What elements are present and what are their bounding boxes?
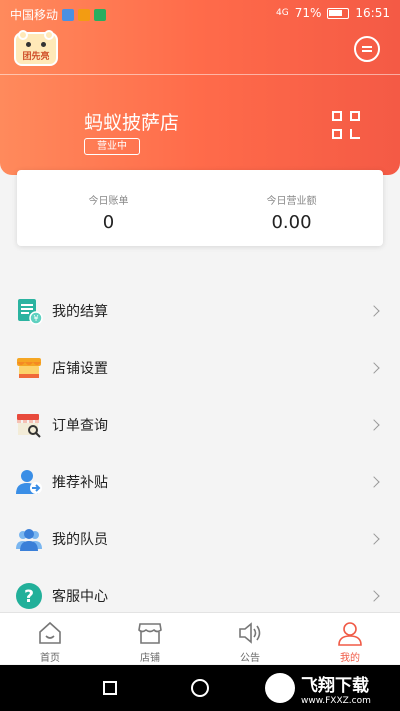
- watermark: 飞翔下载 www.FXXZ.com: [265, 666, 395, 710]
- nav-home[interactable]: 首页: [0, 613, 100, 664]
- chevron-right-icon: [368, 589, 380, 602]
- home-button-icon[interactable]: [191, 679, 209, 697]
- header-banner: 中国移动 4G 71% 16:51 团先亮 蚂蚁披萨店 营业中: [0, 0, 400, 175]
- nav-announcement[interactable]: 公告: [200, 613, 300, 664]
- menu-item-label: 我的结算: [52, 303, 108, 320]
- stat-revenue-label: 今日营业额: [266, 196, 317, 207]
- stats-card: 今日账单 0 今日营业额 0.00: [17, 170, 383, 246]
- chevron-right-icon: [368, 418, 380, 431]
- chevron-right-icon: [368, 532, 380, 545]
- nav-profile[interactable]: 我的: [300, 613, 400, 664]
- order-search-icon: [17, 413, 41, 438]
- menu-item-label: 我的队员: [52, 531, 108, 548]
- message-icon[interactable]: [354, 36, 380, 62]
- menu-item-label: 客服中心: [52, 588, 108, 605]
- bottom-nav: 首页 店铺 公告 我的: [0, 612, 400, 664]
- home-icon: [39, 621, 61, 644]
- settlement-icon: ¥: [18, 298, 43, 325]
- stat-revenue-value: 0.00: [271, 212, 312, 233]
- store-name: 蚂蚁披萨店: [84, 112, 180, 134]
- status-bar: 中国移动 4G 71% 16:51: [0, 0, 400, 28]
- menu-item-settlement[interactable]: ¥ 我的结算: [0, 282, 400, 339]
- stat-bills[interactable]: 今日账单 0: [17, 170, 200, 246]
- logo: 团先亮: [14, 30, 58, 66]
- menu-item-label: 推荐补贴: [52, 474, 108, 491]
- app-notification-icon: [62, 8, 75, 21]
- nav-label: 首页: [40, 653, 60, 664]
- store-status-badge: 营业中: [84, 138, 140, 155]
- menu-item-order-search[interactable]: 订单查询: [0, 396, 400, 453]
- chevron-right-icon: [368, 304, 380, 317]
- chevron-right-icon: [368, 361, 380, 374]
- help-icon: ?: [16, 582, 42, 609]
- menu-item-referral[interactable]: 推荐补贴: [0, 453, 400, 510]
- stat-revenue[interactable]: 今日营业额 0.00: [200, 170, 383, 246]
- qr-code-icon[interactable]: [332, 111, 360, 139]
- network-indicator: 4G: [276, 8, 289, 18]
- header-divider: [0, 74, 400, 75]
- menu-item-team[interactable]: 我的队员: [0, 510, 400, 567]
- battery-percent: 71%: [294, 6, 322, 20]
- store-settings-icon: [17, 357, 41, 378]
- menu-item-store-settings[interactable]: 店铺设置: [0, 339, 400, 396]
- app-notification-icon: [78, 8, 91, 21]
- nav-label: 公告: [240, 653, 260, 664]
- watermark-url: www.FXXZ.com: [301, 695, 371, 706]
- app-notification-icon: [94, 8, 107, 21]
- stat-bills-value: 0: [102, 212, 115, 233]
- stat-bills-label: 今日账单: [88, 196, 129, 207]
- team-icon: [16, 528, 42, 551]
- svg-text:?: ?: [24, 587, 34, 607]
- referral-icon: [16, 469, 42, 494]
- chevron-right-icon: [368, 475, 380, 488]
- carrier-label: 中国移动: [10, 8, 59, 22]
- shop-icon: [138, 623, 162, 644]
- nav-label: 店铺: [140, 653, 160, 664]
- watermark-text: 飞翔下载: [301, 675, 369, 696]
- nav-shop[interactable]: 店铺: [100, 613, 200, 664]
- clock: 16:51: [355, 6, 390, 20]
- speaker-icon: [239, 622, 261, 644]
- battery-icon: [327, 7, 350, 19]
- nav-label: 我的: [340, 653, 360, 664]
- svg-text:¥: ¥: [33, 314, 38, 323]
- profile-icon: [338, 622, 362, 646]
- menu-item-label: 订单查询: [52, 417, 108, 434]
- top-bar: 团先亮: [0, 28, 400, 74]
- recent-apps-icon[interactable]: [103, 681, 117, 695]
- menu-list: ¥ 我的结算 店铺设置 订单查询 推荐补贴 我的队员 ? 客服中心: [0, 282, 400, 624]
- menu-item-label: 店铺设置: [52, 360, 108, 377]
- watermark-logo: [265, 673, 295, 703]
- logo-text: 团先亮: [22, 52, 50, 62]
